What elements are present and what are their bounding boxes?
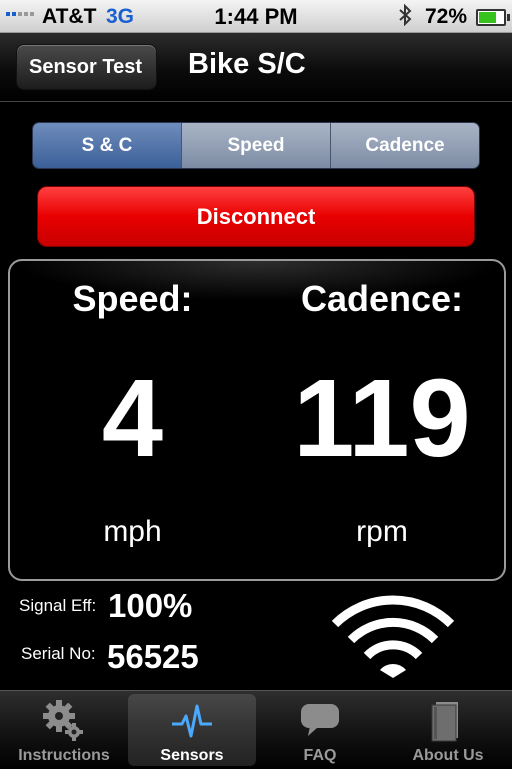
back-button-label: Sensor Test [29,56,142,78]
serial-number-label: Serial No: [21,644,96,663]
cadence-column: Cadence: 119 rpm [260,261,504,579]
pulse-icon [170,702,214,747]
segment-speed[interactable]: Speed [181,123,330,168]
tab-label: FAQ [303,747,337,764]
gears-icon [42,699,86,748]
cadence-label: Cadence: [300,278,464,319]
speed-value: 4 [101,357,164,480]
segment-speed-and-cadence[interactable]: S & C [33,123,181,168]
battery-percent: 72% [425,5,468,28]
segment-label: Speed [227,134,285,156]
segment-label: Cadence [365,134,445,156]
segment-cadence[interactable]: Cadence [330,123,479,168]
status-bar: AT&T 3G 1:44 PM 72% [0,0,512,33]
book-icon [428,699,468,748]
tab-label: Instructions [18,747,110,764]
tab-sensors[interactable]: Sensors [128,694,256,766]
tab-instructions[interactable]: Instructions [0,691,128,769]
sensor-data-panel: Speed: 4 mph Cadence: 119 rpm [8,259,506,581]
signal-efficiency-label: Signal Eff: [19,596,97,615]
battery-fill [479,12,497,23]
bluetooth-icon [398,3,412,32]
disconnect-button[interactable]: Disconnect [37,186,475,247]
wireless-signal-icon [328,588,458,680]
speed-unit: mph [103,515,162,548]
speed-label: Speed: [72,278,193,319]
page-title: Bike S/C [188,48,306,80]
tab-bar: Instructions Sensors FAQ About Us [0,690,512,769]
navigation-bar: Sensor Test Bike S/C [0,33,512,102]
speed-column: Speed: 4 mph [10,261,255,579]
signal-efficiency-value: 100% [108,587,193,624]
segment-label: S & C [81,134,133,156]
serial-number-value: 56525 [107,638,199,675]
speech-bubble-icon [298,699,342,744]
cadence-value: 119 [293,357,471,480]
tab-label: Sensors [160,747,224,764]
cadence-unit: rpm [356,515,408,548]
tab-label: About Us [412,747,484,764]
disconnect-button-label: Disconnect [196,203,316,229]
back-button[interactable]: Sensor Test [16,44,157,90]
sensor-mode-segmented-control: S & C Speed Cadence [32,122,480,169]
battery-icon [476,9,510,26]
tab-about-us[interactable]: About Us [384,691,512,769]
tab-faq[interactable]: FAQ [256,691,384,769]
